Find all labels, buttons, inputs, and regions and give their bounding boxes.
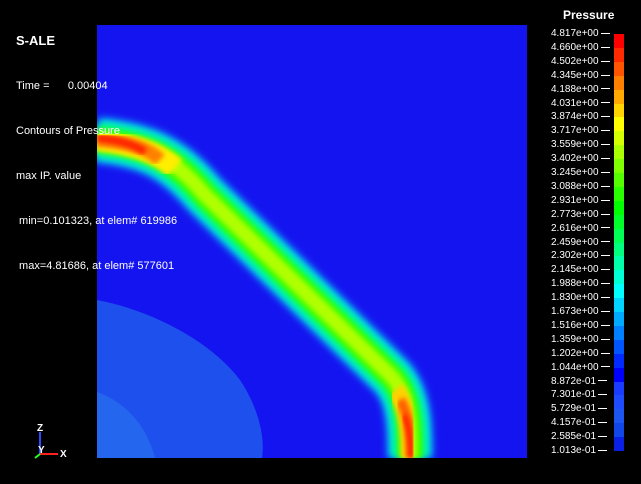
- legend-tick-label: 2.302e+00: [551, 251, 610, 261]
- color-bar-segment: [614, 214, 624, 230]
- legend-tick-label: 3.088e+00: [551, 181, 610, 192]
- legend-tick-label: 1.013e-01: [551, 446, 607, 456]
- color-bar-segment: [614, 242, 624, 257]
- legend-tick-label: 2.145e+00: [551, 265, 610, 275]
- color-bar-segment: [614, 145, 624, 160]
- app-title: S-ALE: [16, 33, 55, 48]
- legend-tick-label: 3.559e+00: [551, 140, 610, 150]
- time-readout: Time = 0.00404: [16, 79, 177, 94]
- min-readout: min=0.101323, at elem# 619986: [16, 215, 178, 227]
- value-type: max IP. value: [16, 170, 82, 182]
- legend-tick-label: 4.031e+00: [551, 98, 610, 109]
- legend-tick-label: 4.817e+00: [551, 29, 610, 39]
- contour-title: Contours of Pressure: [16, 125, 120, 137]
- color-bar-segment: [614, 131, 624, 146]
- legend-tick-label: 2.459e+00: [551, 237, 610, 248]
- axis-triad: Z Y X: [34, 423, 67, 460]
- color-bar-segment: [614, 256, 624, 271]
- legend-tick-label: 3.402e+00: [551, 154, 610, 164]
- color-bar-segment: [614, 173, 624, 188]
- y-axis-label: Y: [38, 445, 45, 456]
- legend-tick-label: 4.157e-01: [551, 418, 607, 428]
- legend-tick-label: 1.516e+00: [551, 320, 610, 331]
- color-bar-segment: [614, 200, 624, 216]
- color-bar-segment: [614, 89, 624, 104]
- legend-tick-label: 3.717e+00: [551, 126, 610, 136]
- color-bar-segment: [614, 117, 624, 132]
- legend-tick-label: 4.188e+00: [551, 84, 610, 95]
- color-bar-segment: [614, 339, 624, 355]
- legend-title: Pressure: [563, 8, 615, 22]
- color-bar-segment: [614, 409, 624, 424]
- legend-tick-label: 1.359e+00: [551, 334, 610, 345]
- color-bar-segment: [614, 325, 624, 341]
- x-axis-label: X: [60, 449, 67, 460]
- color-bar-segment: [614, 381, 624, 396]
- legend-tick-label: 3.245e+00: [551, 168, 610, 178]
- color-bar-segment: [614, 270, 624, 285]
- color-bar-segment: [614, 312, 624, 327]
- z-axis-label: Z: [37, 423, 43, 434]
- legend-tick-label: 1.044e+00: [551, 362, 610, 373]
- color-bar-segment: [614, 284, 624, 299]
- color-bar-segment: [614, 353, 624, 369]
- color-bar-segment: [614, 423, 624, 438]
- max-readout: max=4.81686, at elem# 577601: [16, 260, 175, 272]
- legend-tick-label: 1.202e+00: [551, 348, 610, 359]
- color-bar-segment: [614, 47, 624, 63]
- color-bar-segment: [614, 298, 624, 313]
- legend-tick-label: 2.616e+00: [551, 223, 610, 234]
- info-overlay: S-ALE Time = 0.00404 Contours of Pressur…: [16, 3, 177, 289]
- time-value: 0.00404: [67, 80, 108, 92]
- color-bar-segment: [614, 367, 624, 382]
- legend-tick-label: 7.301e-01: [551, 390, 607, 400]
- color-bar-segment: [614, 103, 624, 118]
- legend-tick-label: 2.773e+00: [551, 209, 610, 220]
- color-bar-segment: [614, 186, 624, 202]
- legend-tick-label: 1.673e+00: [551, 307, 610, 317]
- legend-tick-label: 1.988e+00: [551, 279, 610, 289]
- color-bar: [614, 34, 624, 452]
- color-bar-segment: [614, 395, 624, 410]
- legend-tick-label: 1.830e+00: [551, 293, 610, 303]
- legend-tick-label: 4.660e+00: [551, 42, 610, 53]
- color-bar-segment: [614, 34, 624, 49]
- legend-tick-label: 2.931e+00: [551, 195, 610, 206]
- color-bar-segment: [614, 61, 624, 77]
- legend-tick-label: 3.874e+00: [551, 112, 610, 122]
- legend-tick-label: 4.345e+00: [551, 70, 610, 81]
- color-bar-segment: [614, 75, 624, 91]
- legend-tick-label: 4.502e+00: [551, 56, 610, 67]
- color-bar-segment: [614, 159, 624, 174]
- legend-tick-label: 8.872e-01: [551, 376, 607, 387]
- color-bar-segment: [614, 437, 624, 452]
- legend-tick-label: 5.729e-01: [551, 404, 607, 414]
- color-bar-segment: [614, 228, 624, 243]
- time-label: Time =: [16, 80, 50, 92]
- legend-tick-label: 2.585e-01: [551, 432, 607, 442]
